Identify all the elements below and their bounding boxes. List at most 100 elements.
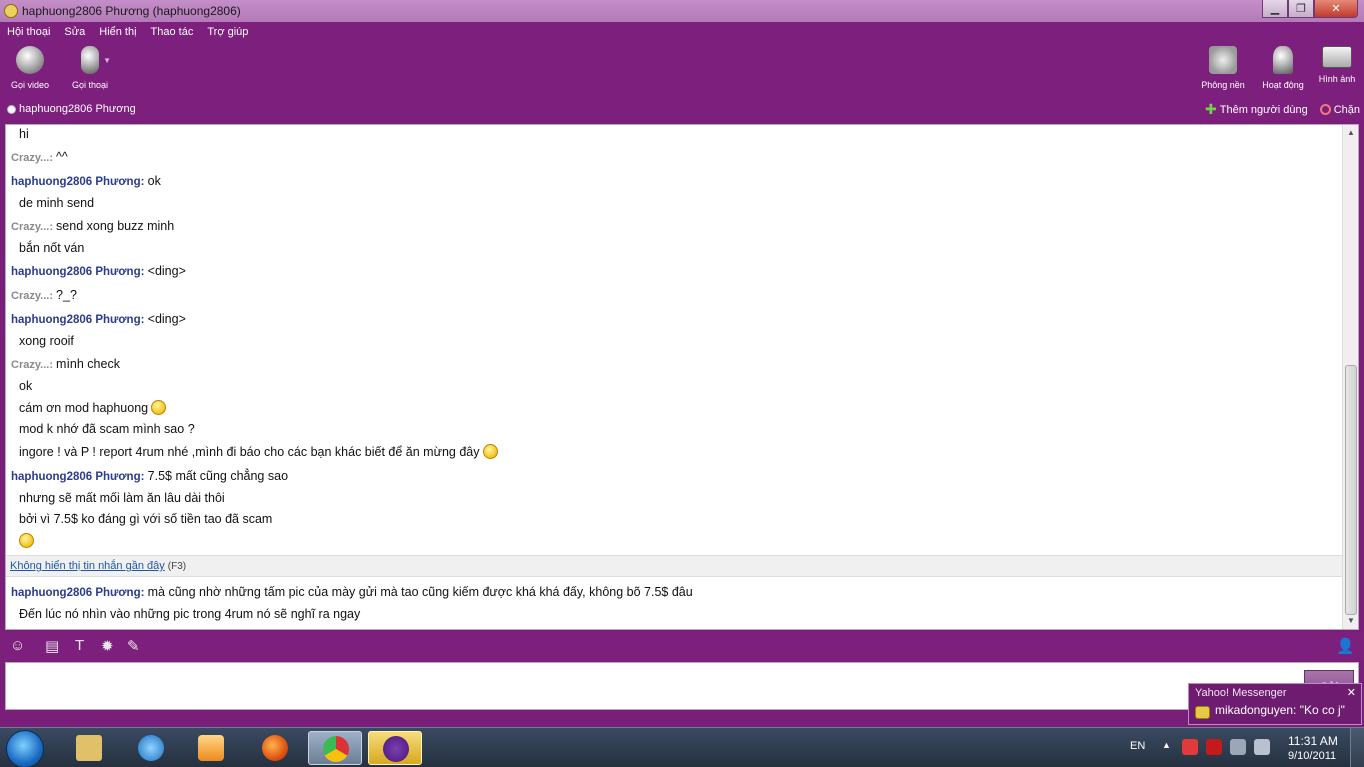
scroll-thumb[interactable] [1345,365,1357,615]
chevron-down-icon[interactable]: ▼ [103,56,111,65]
voice-call-button[interactable]: ▼ Gọi thoại [60,46,120,90]
message-line: haphuong2806 Phương: mà cũng nhờ những t… [11,585,693,599]
photo-icon [1322,46,1352,68]
menu-edit[interactable]: Sửa [64,26,85,38]
message-line: xong rooif [19,334,74,348]
menu-conversation[interactable]: Hội thoại [7,26,50,38]
message-line: haphuong2806 Phương: <ding> [11,264,186,278]
contact-bar: haphuong2806 Phương ✚ Thêm người dùng Ch… [0,98,1364,120]
recent-messages-strip: Không hiển thị tin nhắn gần đây (F3) [6,555,1342,577]
language-indicator[interactable]: EN [1130,740,1145,752]
internet-explorer-icon [138,735,164,761]
clock-time[interactable]: 11:31 AM [1288,734,1338,748]
emoticon-icon[interactable]: ☺ [10,637,25,654]
background-button[interactable]: Phông nền [1193,46,1253,90]
sender-name: Crazy... [11,152,50,164]
media-player-icon [198,735,224,761]
taskbar: EN ▲ 11:31 AM 9/10/2011 [0,727,1364,767]
message-line: de minh send [19,196,95,210]
menu-help[interactable]: Trợ giúp [207,26,248,38]
chat-transcript[interactable]: hi Crazy...: ^^ haphuong2806 Phương: ok … [5,124,1359,630]
sender-name: Crazy... [11,359,50,371]
volume-icon[interactable] [1254,739,1270,755]
minimize-button[interactable]: ▁ [1262,0,1288,18]
message-line: haphuong2806 Phương: 7.5$ mất cũng chẳng… [11,469,289,483]
menu-bar: Hội thoại Sửa Hiển thị Thao tác Trợ giúp [0,22,1364,42]
chrome-icon [323,736,349,762]
add-icon: ✚ [1205,101,1217,117]
background-label: Phông nền [1201,80,1245,90]
images-label: Hình ảnh [1318,74,1356,84]
message-line: bắn nốt ván [19,241,85,255]
message-line: Crazy...: mình check [11,357,120,371]
media-player-taskbar-button[interactable] [184,731,238,765]
show-desktop-button[interactable] [1350,728,1364,767]
message-line: Crazy...: ^^ [11,150,68,164]
firefox-icon [262,735,288,761]
format-bar: ☺ ▤ T ✹ ✎ 👤 [0,632,1364,660]
yahoo-messenger-icon [383,736,409,762]
notification-message: mikadonguyen: "Ko co j" [1215,703,1345,717]
message-line: Đến lúc nó nhìn vào những pic trong 4rum… [19,607,361,621]
message-icon[interactable]: ▤ [45,637,59,655]
attach-icon[interactable]: ✎ [127,637,140,655]
smiley-emoticon-icon [482,444,498,459]
close-button[interactable]: ✕ [1314,0,1358,18]
message-line: nhưng sẽ mất mối làm ăn lâu dài thôi [19,491,225,505]
notification-toast[interactable]: Yahoo! Messenger ✕ mikadonguyen: "Ko co … [1188,683,1362,725]
voice-call-label: Gọi thoại [71,80,109,90]
message-line: mod k nhớ đã scam mình sao ? [19,422,195,436]
settings-icon[interactable]: ✹ [101,637,114,655]
yahoo-messenger-taskbar-button[interactable] [368,731,422,765]
message-line: Crazy...: ?_? [11,288,77,302]
messenger-icon [1195,706,1210,719]
message-line: haphuong2806 Phương: ok [11,174,161,188]
ie-taskbar-button[interactable] [124,731,178,765]
video-call-button[interactable]: Gọi video [0,46,60,90]
sender-name: haphuong2806 Phương [11,176,141,188]
explorer-taskbar-button[interactable] [62,731,116,765]
add-user-link[interactable]: Thêm người dùng [1220,104,1308,116]
shortcut-key: (F3) [167,560,187,572]
title-bar: haphuong2806 Phương (haphuong2806) ▁ ❐ ✕ [0,0,1364,22]
message-line: Crazy...: send xong buzz minh [11,219,175,233]
chess-knight-icon [1273,46,1293,74]
show-hidden-icons-icon[interactable]: ▲ [1162,740,1171,750]
window-controls: ▁ ❐ ✕ [1262,0,1358,18]
grin-emoticon-icon [19,533,34,548]
maximize-button[interactable]: ❐ [1288,0,1314,18]
firefox-taskbar-button[interactable] [248,731,302,765]
status-icon [7,104,16,114]
sender-name: Crazy... [11,290,50,302]
network-icon[interactable] [1230,739,1246,755]
message-input[interactable] [5,662,1359,710]
start-button[interactable] [6,730,44,767]
flower-icon [1209,46,1237,74]
activities-button[interactable]: Hoạt động [1253,46,1313,90]
menu-actions[interactable]: Thao tác [151,26,194,38]
contact-icon[interactable]: 👤 [1336,637,1355,655]
clock-date[interactable]: 9/10/2011 [1288,750,1336,762]
antivirus-icon[interactable] [1182,739,1198,755]
block-link[interactable]: Chặn [1334,104,1360,116]
message-line: cám ơn mod haphuong [19,400,167,415]
close-icon[interactable]: ✕ [1347,686,1356,699]
menu-view[interactable]: Hiển thị [99,26,136,38]
microphone-icon: ▼ [81,46,111,74]
video-call-label: Gọi video [10,80,50,90]
sender-name: Crazy... [11,221,50,233]
window-title: haphuong2806 Phương (haphuong2806) [22,4,241,18]
scroll-up-icon[interactable]: ▲ [1343,125,1358,141]
chrome-taskbar-button[interactable] [308,731,362,765]
sender-name: haphuong2806 Phương [11,266,141,278]
scroll-down-icon[interactable]: ▼ [1343,613,1358,629]
sender-name: haphuong2806 Phương [11,314,141,326]
contact-name: haphuong2806 Phương [19,103,136,115]
text-format-icon[interactable]: T [75,637,84,654]
block-icon [1319,104,1331,115]
notification-title: Yahoo! Messenger [1195,687,1287,699]
ati-icon[interactable] [1206,739,1222,755]
images-button[interactable]: Hình ảnh [1307,46,1364,84]
chat-scrollbar[interactable]: ▲ ▼ [1342,125,1358,629]
hide-recent-messages-link[interactable]: Không hiển thị tin nhắn gần đây [10,560,165,572]
